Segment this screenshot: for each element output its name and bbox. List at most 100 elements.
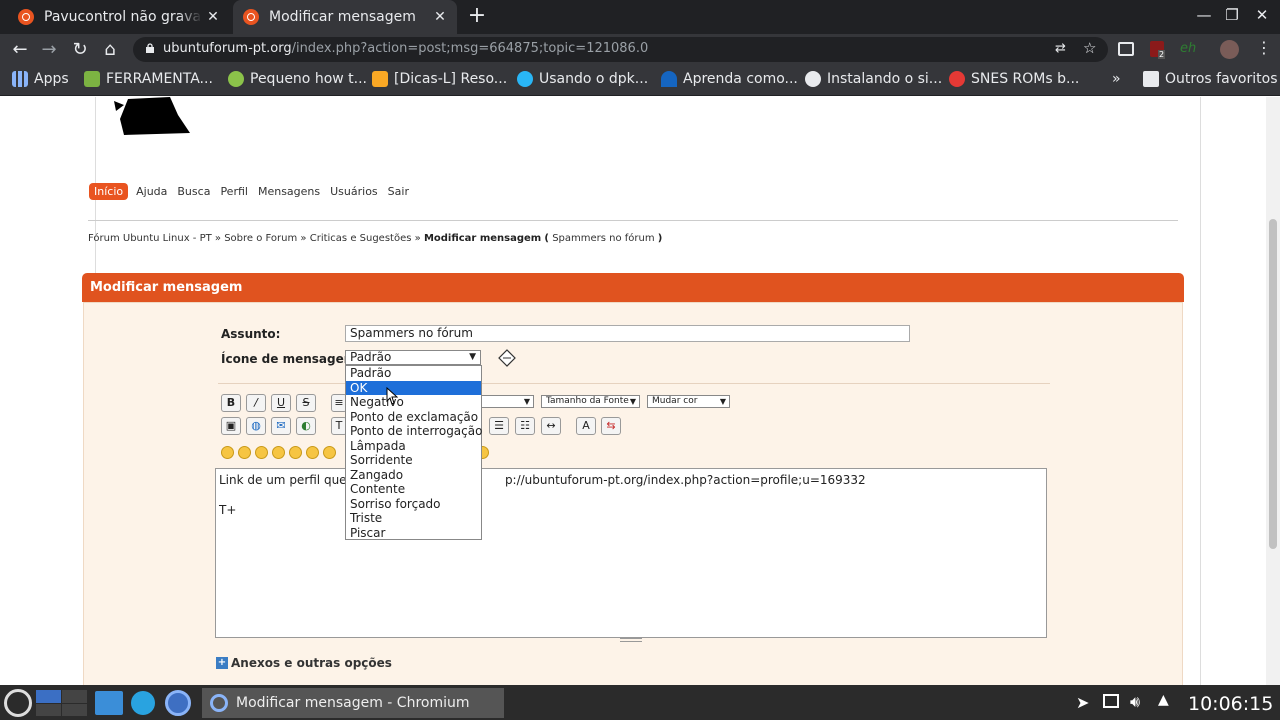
horizontal-rule-button[interactable]: ↔: [541, 417, 561, 435]
bookmark-dpkg[interactable]: Usando o dpk...: [517, 71, 648, 87]
breadcrumb-sobre[interactable]: Sobre o Forum: [224, 233, 297, 244]
breadcrumb-topic[interactable]: Spammers no fórum: [552, 233, 654, 244]
bookmark-aprenda[interactable]: Aprenda como...: [661, 71, 798, 87]
bookmark-ferramenta[interactable]: FERRAMENTA...: [84, 71, 213, 87]
tab-modificar-mensagem[interactable]: Modificar mensagem ✕: [233, 0, 457, 34]
telegram-tray-icon[interactable]: ➤: [1076, 693, 1089, 712]
bookmark-instalando[interactable]: Instalando o si...: [805, 71, 942, 87]
email-button[interactable]: ✉: [271, 417, 291, 435]
option-sorriso-forcado[interactable]: Sorriso forçado: [346, 497, 481, 512]
option-sorridente[interactable]: Sorridente: [346, 453, 481, 468]
option-lampada[interactable]: Lâmpada: [346, 439, 481, 454]
breadcrumb-forum[interactable]: Fórum Ubuntu Linux - PT: [88, 233, 212, 244]
back-icon[interactable]: ←: [8, 38, 32, 62]
chromium-icon[interactable]: [165, 690, 191, 716]
sad-icon[interactable]: [306, 446, 319, 459]
bookmark-label: Instalando o si...: [827, 71, 943, 87]
ordered-list-button[interactable]: ☷: [515, 417, 535, 435]
attachments-label: Anexos e outras opções: [231, 656, 392, 670]
option-piscar[interactable]: Piscar: [346, 526, 481, 541]
toggle-view-button[interactable]: ⇆: [601, 417, 621, 435]
bold-button[interactable]: B: [221, 394, 241, 412]
scrollbar-thumb[interactable]: [1269, 219, 1277, 549]
link-button[interactable]: ◍: [246, 417, 266, 435]
ublock-icon[interactable]: 2: [1150, 41, 1166, 59]
volume-tray-icon[interactable]: 🔊︎: [1130, 692, 1140, 712]
grin-icon[interactable]: [272, 446, 285, 459]
home-icon[interactable]: ⌂: [98, 38, 122, 62]
bookmark-dicas[interactable]: [Dicas-L] Reso...: [372, 71, 507, 87]
remove-format-button[interactable]: A: [576, 417, 596, 435]
network-tray-icon[interactable]: [1103, 694, 1119, 708]
app-launcher-icon[interactable]: [4, 689, 32, 717]
telegram-icon[interactable]: [131, 691, 155, 715]
shocked-icon[interactable]: [323, 446, 336, 459]
message-textarea[interactable]: Link de um perfil que pr p://ubuntuforum-…: [215, 468, 1047, 638]
close-tab-icon[interactable]: ✕: [202, 9, 224, 25]
menu-kebab-icon[interactable]: ⋮: [1256, 38, 1272, 57]
menu-busca[interactable]: Busca: [177, 185, 210, 198]
page-scrollbar[interactable]: [1266, 97, 1280, 685]
italic-button[interactable]: /: [246, 394, 266, 412]
other-bookmarks-folder[interactable]: Outros favoritos: [1143, 71, 1278, 87]
workspace-2-icon[interactable]: [62, 690, 87, 703]
profile-avatar[interactable]: [1220, 40, 1239, 59]
tray-expand-icon[interactable]: ▲: [1158, 692, 1169, 708]
file-manager-icon[interactable]: [95, 691, 123, 715]
color-select[interactable]: Mudar cor ▼: [647, 395, 730, 408]
underline-button[interactable]: U: [271, 394, 291, 412]
minimize-icon[interactable]: —: [1194, 6, 1214, 24]
message-icon-select[interactable]: Padrão ▼: [345, 350, 481, 365]
tab-pavucontrol[interactable]: Pavucontrol não grava mi ✕: [8, 0, 230, 34]
restore-icon[interactable]: ❐: [1222, 6, 1242, 24]
subject-input[interactable]: Spammers no fórum: [345, 325, 910, 342]
option-ok[interactable]: OK: [346, 380, 481, 395]
font-size-select[interactable]: Tamanho da Fonte ▼: [541, 395, 640, 408]
media-icon[interactable]: [1118, 42, 1134, 56]
option-contente[interactable]: Contente: [346, 482, 481, 497]
message-icon-dropdown: Padrão OK Negativo Ponto de exclamação P…: [345, 365, 482, 540]
option-padrao[interactable]: Padrão: [346, 366, 481, 381]
close-tab-icon[interactable]: ✕: [429, 9, 451, 25]
breadcrumb-criticas[interactable]: Criticas e Sugestões: [310, 233, 412, 244]
image-button[interactable]: ▣: [221, 417, 241, 435]
extension-eh-icon[interactable]: eh: [1180, 41, 1196, 56]
option-zangado[interactable]: Zangado: [346, 468, 481, 483]
option-triste[interactable]: Triste: [346, 511, 481, 526]
font-face-select[interactable]: ▼: [480, 395, 534, 408]
close-window-icon[interactable]: ✕: [1252, 6, 1272, 24]
bullet-list-button[interactable]: ☰: [489, 417, 509, 435]
url-path: /index.php?action=post;msg=664875;topic=…: [291, 41, 649, 56]
forward-icon[interactable]: →: [37, 38, 61, 62]
taskbar-window-chromium[interactable]: Modificar mensagem - Chromium: [202, 688, 504, 718]
strike-button[interactable]: S: [296, 394, 316, 412]
menu-usuarios[interactable]: Usuários: [330, 185, 378, 198]
new-tab-button[interactable]: +: [466, 5, 488, 27]
bookmark-apps[interactable]: Apps: [12, 71, 69, 87]
menu-ajuda[interactable]: Ajuda: [136, 185, 167, 198]
menu-perfil[interactable]: Perfil: [220, 185, 248, 198]
option-negativo[interactable]: Negativo: [346, 395, 481, 410]
menu-inicio[interactable]: Início: [89, 182, 129, 200]
menu-mensagens[interactable]: Mensagens: [258, 185, 320, 198]
workspace-3-icon[interactable]: [36, 704, 61, 716]
smiley-icon[interactable]: [221, 446, 234, 459]
attachments-toggle[interactable]: + Anexos e outras opções: [216, 656, 392, 670]
address-bar[interactable]: ubuntuforum-pt.org/index.php?action=post…: [133, 37, 1108, 62]
wink-icon[interactable]: [238, 446, 251, 459]
bookmark-pequeno-how[interactable]: Pequeno how t...: [228, 71, 367, 87]
menu-sair[interactable]: Sair: [388, 185, 409, 198]
cheesy-icon[interactable]: [255, 446, 268, 459]
translate-icon[interactable]: ⇄: [1055, 41, 1066, 56]
more-bookmarks-button[interactable]: »: [1112, 71, 1121, 87]
ftp-button[interactable]: ◐: [296, 417, 316, 435]
resize-grip-icon[interactable]: [620, 638, 642, 642]
reload-icon[interactable]: ↻: [68, 38, 92, 62]
workspace-1-icon[interactable]: [36, 690, 61, 703]
workspace-4-icon[interactable]: [62, 704, 87, 716]
bookmark-snes[interactable]: SNES ROMs b...: [949, 71, 1079, 87]
option-interrogacao[interactable]: Ponto de interrogação: [346, 424, 482, 439]
angry-icon[interactable]: [289, 446, 302, 459]
bookmark-star-icon[interactable]: ☆: [1083, 39, 1096, 57]
option-exclamacao[interactable]: Ponto de exclamação: [346, 410, 481, 425]
